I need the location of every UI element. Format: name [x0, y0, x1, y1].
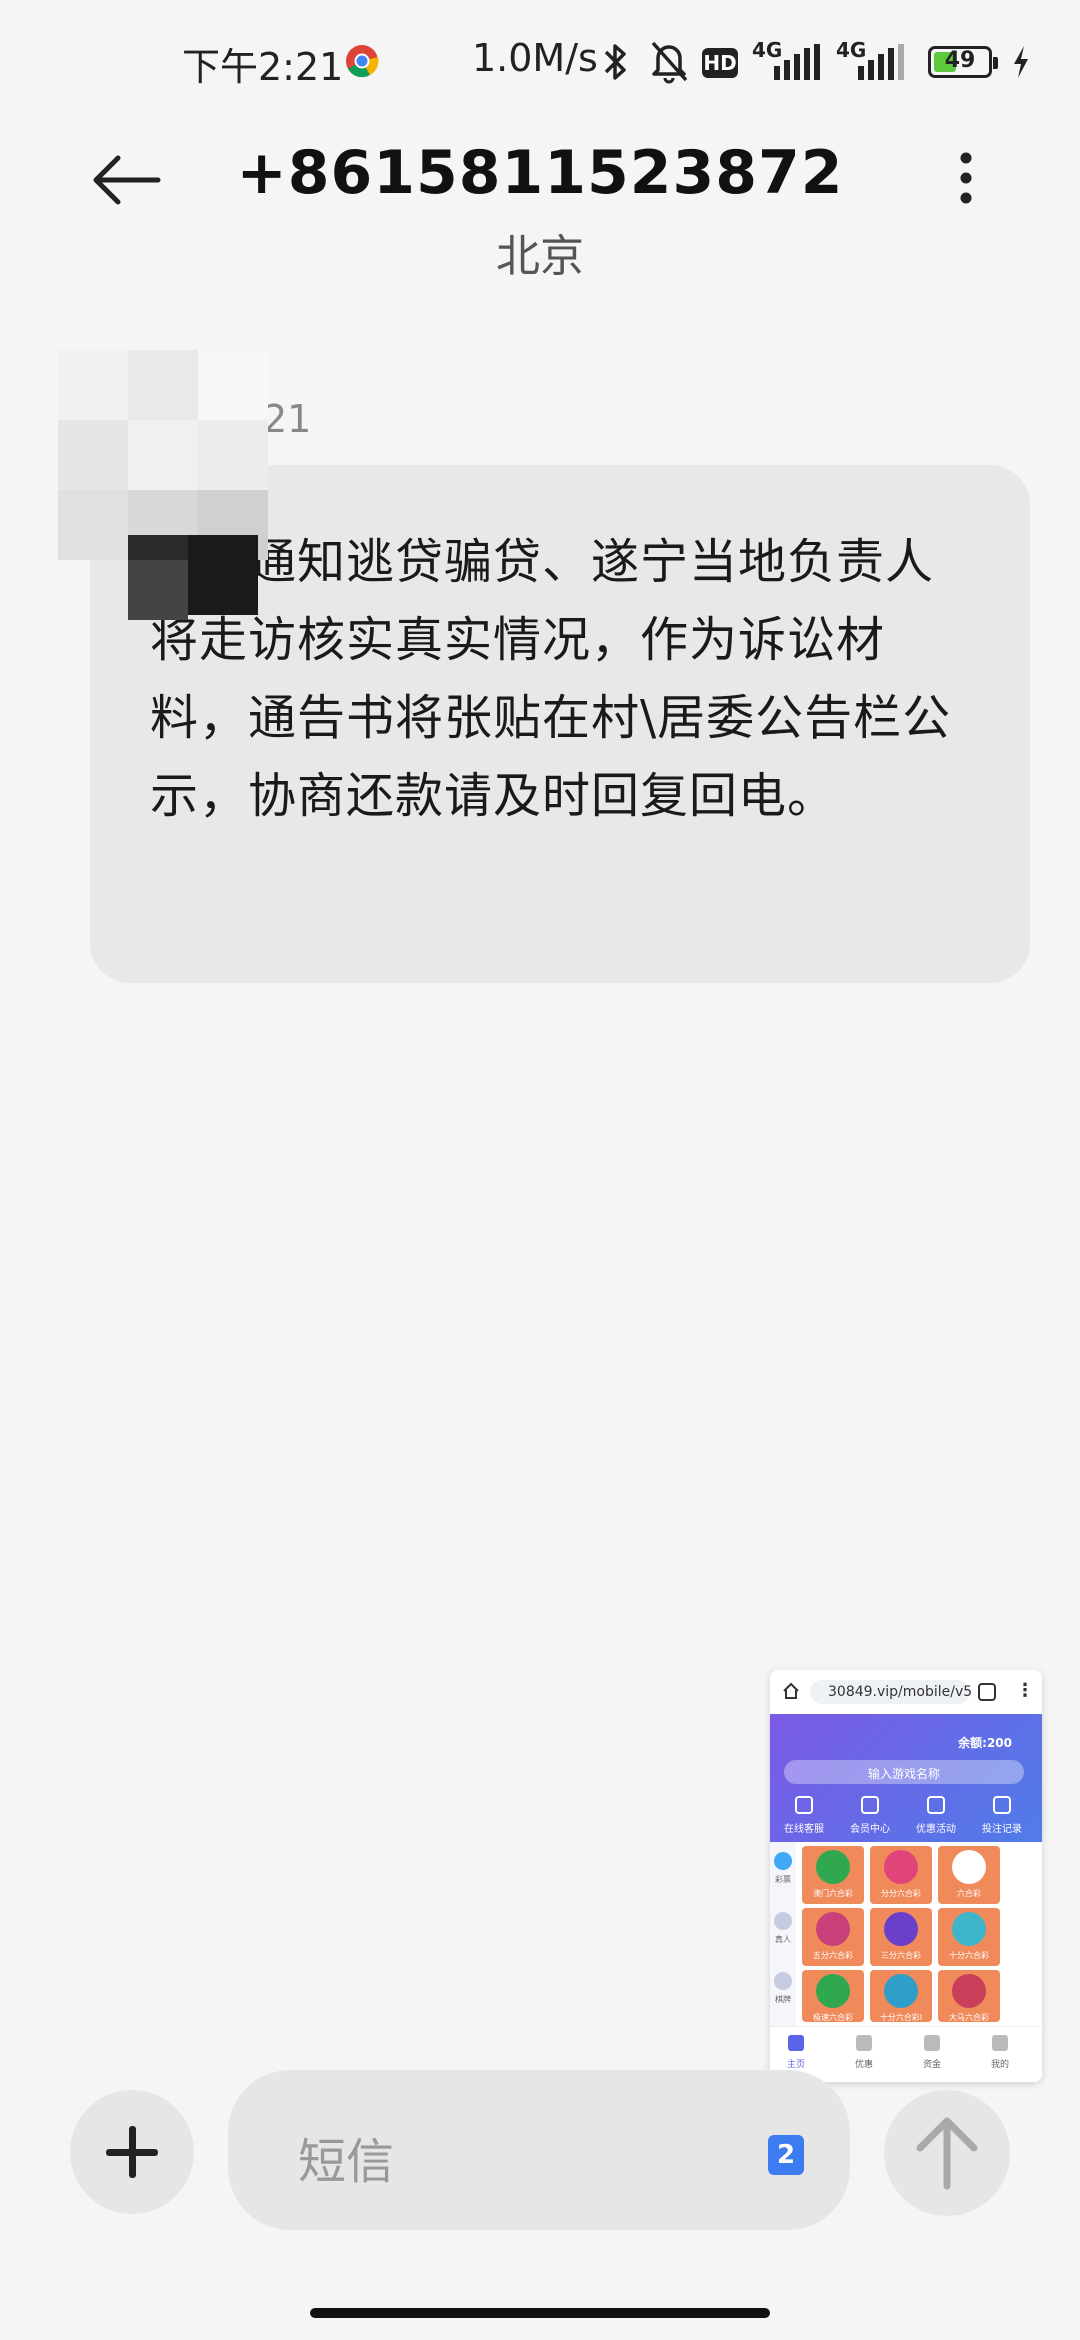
game-search-placeholder: 输入游戏名称 — [867, 1767, 940, 1781]
user-icon — [992, 2035, 1008, 2051]
url-text: 30849.vip/mobile/v5 — [828, 1684, 973, 1700]
lottery-icon — [774, 1852, 792, 1870]
signal-bars-icon — [858, 44, 904, 80]
browser-url-bar: 30849.vip/mobile/v5 ⋮ — [770, 1670, 1042, 1714]
game-name: 分分六合彩 — [881, 1889, 921, 1898]
tab-funds: 资金 — [912, 2035, 952, 2070]
nav-item: 投注记录 — [972, 1796, 1032, 1835]
game-card: 极速六合彩 — [802, 1970, 864, 2022]
game-logo — [816, 1974, 850, 2008]
game-card: 分分六合彩 — [870, 1846, 932, 1904]
floating-window-thumbnail[interactable]: 30849.vip/mobile/v5 ⋮ 余额:200 输入游戏名称 在线客服… — [770, 1670, 1042, 2082]
game-logo — [884, 1912, 918, 1946]
blurred-avatar — [58, 350, 268, 620]
wallet-icon — [924, 2035, 940, 2051]
game-card: 澳门六合彩 — [802, 1846, 864, 1904]
game-name: 六合彩 — [957, 1889, 981, 1898]
message-input-placeholder: 短信 — [298, 2134, 395, 2190]
gift-icon — [927, 1796, 945, 1814]
game-logo — [952, 1974, 986, 2008]
bell-mute-icon — [651, 41, 688, 84]
bluetooth-icon — [604, 44, 626, 80]
arrow-up-icon — [916, 2117, 978, 2190]
app-header: 余额:200 输入游戏名称 在线客服 会员中心 优惠活动 投注记录 — [770, 1714, 1042, 1842]
balance: 余额:200 — [958, 1736, 1012, 1750]
tab-label: 优惠 — [854, 2060, 873, 2070]
message-text: 多次通知逃贷骗贷、遂宁当地负责人将走访核实真实情况，作为诉讼材料，通告书将张贴在… — [150, 534, 952, 824]
tab-label: 主页 — [786, 2060, 805, 2070]
category-label: 真人 — [775, 1935, 791, 1944]
signal-1: 4G — [752, 38, 828, 82]
game-logo — [816, 1850, 850, 1884]
send-button[interactable] — [884, 2090, 1010, 2216]
game-name: 大马六合彩 — [949, 2013, 989, 2022]
battery-level: 49 — [944, 48, 976, 73]
game-search: 输入游戏名称 — [784, 1760, 1024, 1784]
status-bar: 下午2:21 1.0M/s HD 4G 4G 49 — [0, 0, 1080, 120]
tab-profile: 我的 — [980, 2035, 1020, 2070]
nav-label: 优惠活动 — [916, 1824, 956, 1835]
tab-promo: 优惠 — [844, 2035, 884, 2070]
attach-plus-button[interactable] — [70, 2090, 194, 2214]
service-icon — [795, 1796, 813, 1814]
battery-icon: 49 — [928, 46, 998, 78]
more-options-button[interactable] — [950, 148, 982, 208]
home-icon — [783, 1682, 799, 1699]
charging-icon — [1014, 46, 1028, 78]
game-name: 极速六合彩 — [813, 2013, 853, 2022]
game-card: 三分六合彩 — [870, 1908, 932, 1966]
game-card: 六合彩 — [938, 1846, 1000, 1904]
game-card: 大马六合彩 — [938, 1970, 1000, 2022]
pencil-icon — [993, 1796, 1011, 1814]
game-logo — [816, 1912, 850, 1946]
game-logo — [884, 1850, 918, 1884]
signal-bars-icon — [774, 44, 820, 80]
game-card: 十分六合彩 — [938, 1908, 1000, 1966]
game-logo — [884, 1974, 918, 2008]
status-time: 下午2:21 — [182, 45, 344, 89]
hd-icon: HD — [702, 48, 738, 78]
tab-label: 资金 — [922, 2060, 941, 2070]
signal-2: 4G — [836, 38, 912, 82]
contact-location: 北京 — [496, 231, 584, 282]
game-name: 十分六合彩I — [879, 2013, 923, 2022]
game-name: 三分六合彩 — [881, 1951, 921, 1960]
home-indicator[interactable] — [310, 2308, 770, 2318]
nav-label: 投注记录 — [982, 1824, 1022, 1835]
contact-phone-number: +8615811523872 — [236, 138, 844, 208]
nav-item: 会员中心 — [840, 1796, 900, 1835]
game-logo — [952, 1850, 986, 1884]
game-card: 十分六合彩I — [870, 1970, 932, 2022]
network-speed: 1.0M/s — [472, 36, 598, 80]
game-card: 五分六合彩 — [802, 1908, 864, 1966]
category-sidebar: 彩票 真人 棋牌 — [770, 1842, 796, 2026]
live-icon — [774, 1912, 792, 1930]
game-name: 澳门六合彩 — [813, 1889, 853, 1898]
gift-icon — [856, 2035, 872, 2051]
tab-home: 主页 — [776, 2035, 816, 2070]
nav-label: 在线客服 — [784, 1824, 824, 1835]
home-icon — [788, 2035, 804, 2051]
game-name: 五分六合彩 — [813, 1951, 853, 1960]
game-logo — [952, 1912, 986, 1946]
category-label: 棋牌 — [775, 1995, 791, 2004]
cards-icon — [774, 1972, 792, 1990]
sim-selector-badge[interactable]: 2 — [768, 2135, 804, 2175]
nav-item: 在线客服 — [774, 1796, 834, 1835]
menu-icon: ⋮ — [1016, 1680, 1034, 1701]
member-icon — [861, 1796, 879, 1814]
game-name: 十分六合彩 — [949, 1951, 989, 1960]
tab-label: 我的 — [990, 2060, 1009, 2070]
nav-item: 优惠活动 — [906, 1796, 966, 1835]
category-label: 彩票 — [775, 1875, 791, 1884]
message-input[interactable]: 短信 2 — [228, 2070, 850, 2230]
tabs-icon — [978, 1683, 996, 1701]
chrome-icon — [346, 45, 379, 78]
nav-label: 会员中心 — [850, 1824, 890, 1835]
